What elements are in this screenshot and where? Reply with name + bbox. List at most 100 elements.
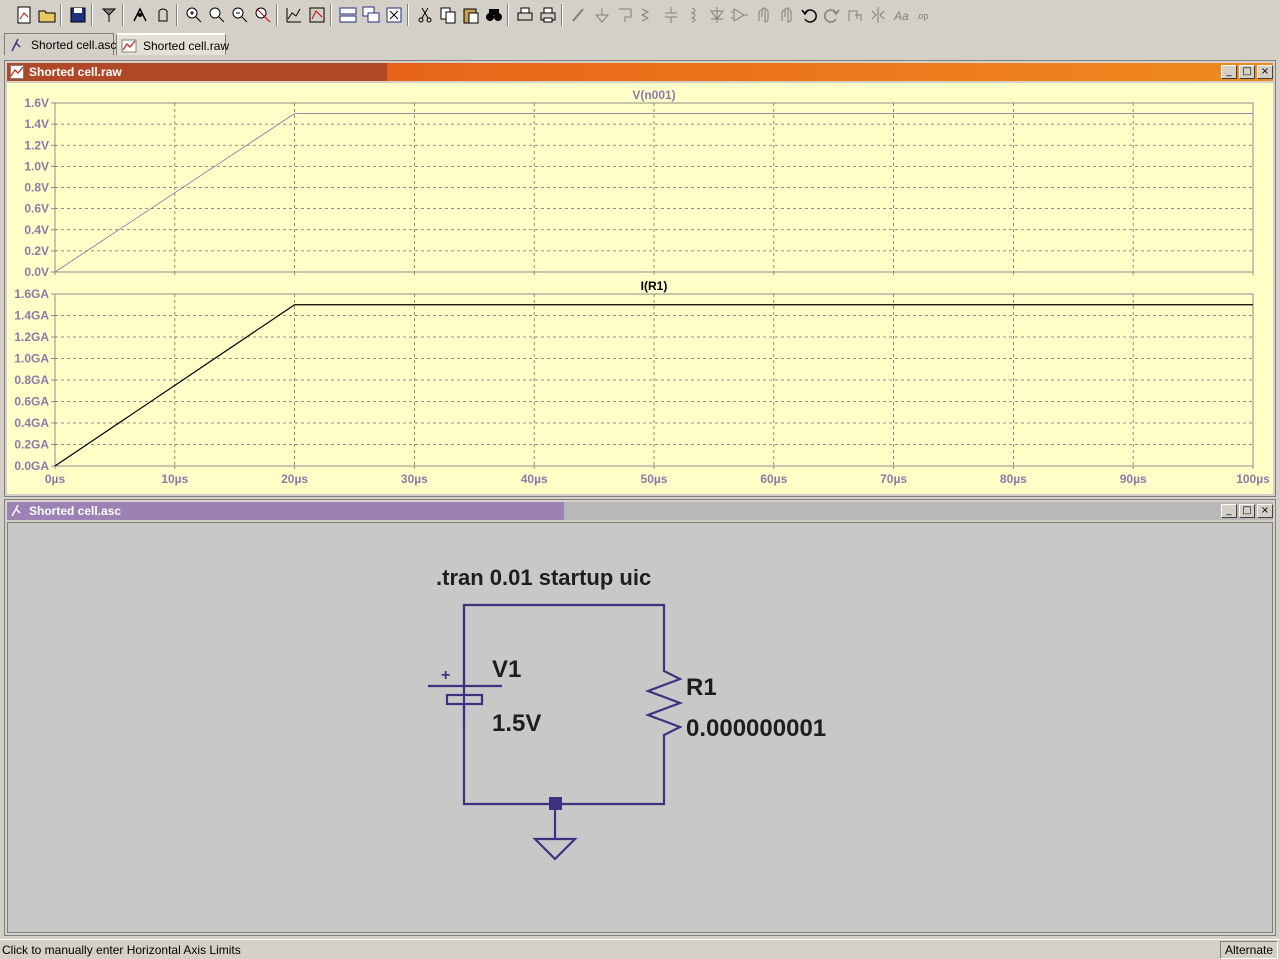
x-tick-label: 20µs bbox=[281, 472, 308, 486]
tab-label: Shorted cell.asc bbox=[31, 38, 117, 52]
y-tick-label: 0.6GA bbox=[14, 395, 49, 409]
y-tick-label: 0.2V bbox=[24, 244, 49, 258]
drag-icon[interactable] bbox=[776, 5, 796, 25]
r1-value-label[interactable]: 0.000000001 bbox=[686, 715, 826, 742]
y-tick-label: 1.4V bbox=[24, 117, 49, 131]
tab-shorted-cell-asc[interactable]: Shorted cell.asc bbox=[4, 33, 117, 55]
capacitor-icon[interactable] bbox=[661, 5, 681, 25]
minimize-button[interactable]: _ bbox=[1221, 65, 1237, 79]
tab-shorted-cell-raw[interactable]: Shorted cell.raw bbox=[116, 33, 230, 55]
x-tick-label: 90µs bbox=[1120, 472, 1147, 486]
label-net-icon[interactable] bbox=[615, 5, 635, 25]
move-icon[interactable] bbox=[753, 5, 773, 25]
toolbar-separator bbox=[507, 4, 509, 26]
spice-directive[interactable]: .tran 0.01 startup uic bbox=[436, 565, 651, 590]
add-trace-icon[interactable] bbox=[307, 5, 327, 25]
resistor-icon[interactable] bbox=[638, 5, 658, 25]
spice-directive-icon[interactable]: .op bbox=[914, 5, 934, 25]
x-tick-label: 50µs bbox=[641, 472, 668, 486]
schematic-icon bbox=[11, 38, 21, 52]
schematic-drawing[interactable]: .tran 0.01 startup uic + V1 1.5V R1 0.00… bbox=[8, 523, 1270, 934]
restore-button[interactable]: □ bbox=[1239, 504, 1255, 518]
redo-icon[interactable] bbox=[822, 5, 842, 25]
new-schematic-icon[interactable] bbox=[14, 5, 34, 25]
toolbar-separator bbox=[407, 4, 409, 26]
ground-icon[interactable] bbox=[592, 5, 612, 25]
control-panel-icon[interactable] bbox=[99, 5, 119, 25]
svg-text:.op: .op bbox=[916, 11, 929, 21]
x-tick-label: 80µs bbox=[1000, 472, 1027, 486]
tab-label: Shorted cell.raw bbox=[143, 39, 230, 53]
zoom-out-icon[interactable] bbox=[230, 5, 250, 25]
zoom-in-icon[interactable] bbox=[184, 5, 204, 25]
restore-button[interactable]: □ bbox=[1239, 65, 1255, 79]
waveform-window-titlebar[interactable]: Shorted cell.raw _ □ × bbox=[7, 63, 1273, 81]
plot-pane-1[interactable]: 0.0V 0.2V 0.4V 0.6V 0.8V 1.0V 1.2V 1.4V 1.6V V(n0… bbox=[24, 88, 1254, 279]
draw-wire-icon[interactable] bbox=[569, 5, 589, 25]
tile-horizontal-icon[interactable] bbox=[338, 5, 358, 25]
x-tick-label: 10µs bbox=[161, 472, 188, 486]
y-tick-label: 1.6V bbox=[24, 96, 49, 110]
mirror-icon[interactable] bbox=[868, 5, 888, 25]
inductor-icon[interactable] bbox=[684, 5, 704, 25]
zoom-rect-icon[interactable] bbox=[207, 5, 227, 25]
x-tick-label: 70µs bbox=[880, 472, 907, 486]
copy-icon[interactable] bbox=[438, 5, 458, 25]
plot-area[interactable]: 0.0V 0.2V 0.4V 0.6V 0.8V 1.0V 1.2V 1.4V 1.6V V(n0… bbox=[7, 83, 1273, 494]
y-tick-label: 0.0V bbox=[24, 265, 49, 279]
component-icon[interactable] bbox=[730, 5, 750, 25]
x-tick-label: 30µs bbox=[401, 472, 428, 486]
trace-title[interactable]: I(R1) bbox=[641, 279, 668, 293]
print-icon[interactable] bbox=[538, 5, 558, 25]
schematic-window-title: Shorted cell.asc bbox=[29, 504, 122, 518]
trace-title[interactable]: V(n001) bbox=[632, 88, 675, 102]
run-icon[interactable] bbox=[130, 5, 150, 25]
waveform-window: Shorted cell.raw _ □ × 0.0V 0.2V 0.4V 0.6V 0… bbox=[4, 60, 1276, 497]
y-tick-label: 0.4V bbox=[24, 223, 49, 237]
undo-icon[interactable] bbox=[799, 5, 819, 25]
waveform-window-title: Shorted cell.raw bbox=[29, 65, 122, 79]
svg-text:Aa: Aa bbox=[893, 9, 909, 23]
text-icon[interactable]: Aa bbox=[891, 5, 911, 25]
r1-name-label[interactable]: R1 bbox=[686, 674, 717, 701]
waveform-icon bbox=[10, 65, 24, 79]
autorange-icon[interactable] bbox=[284, 5, 304, 25]
open-icon[interactable] bbox=[37, 5, 57, 25]
close-button[interactable]: × bbox=[1257, 504, 1273, 518]
waveform-plots[interactable]: 0.0V 0.2V 0.4V 0.6V 0.8V 1.0V 1.2V 1.4V 1.6V V(n0… bbox=[7, 83, 1273, 496]
schematic-window-titlebar[interactable]: Shorted cell.asc _ □ × bbox=[7, 502, 1273, 520]
rotate-icon[interactable] bbox=[845, 5, 865, 25]
toolbar-separator bbox=[122, 4, 124, 26]
save-icon[interactable] bbox=[68, 5, 88, 25]
resistor-r1-icon[interactable] bbox=[644, 665, 684, 741]
paste-icon[interactable] bbox=[461, 5, 481, 25]
y-tick-label: 0.6V bbox=[24, 202, 49, 216]
y-tick-label: 0.8GA bbox=[14, 373, 49, 387]
y-tick-label: 1.2GA bbox=[14, 330, 49, 344]
plus-sign: + bbox=[441, 667, 450, 684]
close-all-icon[interactable] bbox=[384, 5, 404, 25]
schematic-window: Shorted cell.asc _ □ × .tran 0.01 startu… bbox=[4, 499, 1276, 936]
halt-icon[interactable] bbox=[153, 5, 173, 25]
schematic-canvas[interactable]: .tran 0.01 startup uic + V1 1.5V R1 0.00… bbox=[7, 522, 1273, 933]
print-setup-icon[interactable] bbox=[515, 5, 535, 25]
y-tick-label: 0.4GA bbox=[14, 416, 49, 430]
plot-pane-2[interactable]: 0.0GA 0.2GA 0.4GA 0.6GA 0.8GA 1.0GA 1.2GA 1.4GA… bbox=[14, 279, 1270, 486]
y-tick-label: 1.2V bbox=[24, 138, 49, 152]
cut-icon[interactable] bbox=[415, 5, 435, 25]
v1-value-label[interactable]: 1.5V bbox=[492, 710, 541, 737]
cascade-icon[interactable] bbox=[361, 5, 381, 25]
status-bar: Click to manually enter Horizontal Axis … bbox=[0, 939, 1280, 959]
toolbar-separator bbox=[276, 4, 278, 26]
toolbar-separator bbox=[561, 4, 563, 26]
find-icon[interactable] bbox=[484, 5, 504, 25]
status-mode: Alternate bbox=[1219, 941, 1278, 959]
zoom-full-icon[interactable] bbox=[253, 5, 273, 25]
close-button[interactable]: × bbox=[1257, 65, 1273, 79]
v1-name-label[interactable]: V1 bbox=[492, 656, 521, 683]
waveform-icon bbox=[121, 39, 137, 53]
ground-icon[interactable] bbox=[532, 837, 578, 861]
schematic-icon bbox=[11, 504, 21, 517]
minimize-button[interactable]: _ bbox=[1221, 504, 1237, 518]
diode-icon[interactable] bbox=[707, 5, 727, 25]
